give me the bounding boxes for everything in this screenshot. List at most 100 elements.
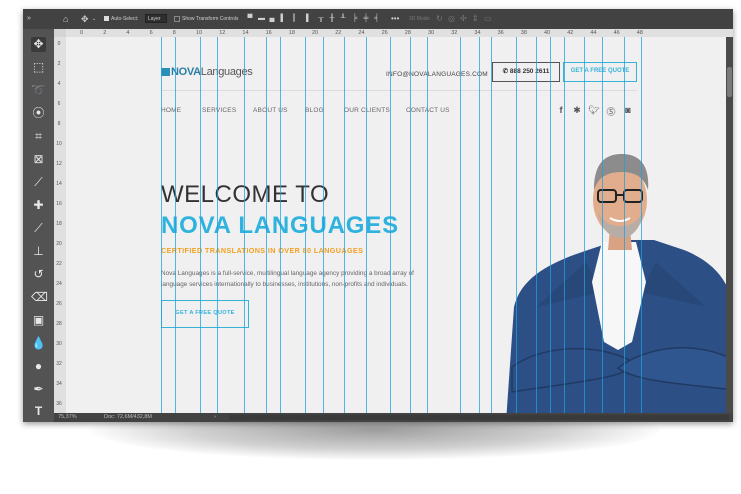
lasso-icon[interactable]: ➰	[31, 83, 46, 98]
3d-rotate-icon: ↻	[436, 14, 443, 23]
distribute-bottom-icon[interactable]: ╨	[340, 15, 346, 22]
ruler-tick-label: 22	[56, 261, 62, 267]
hero-paragraph: Nova Languages is a full-service, multil…	[161, 270, 414, 288]
type-icon[interactable]: T	[31, 404, 46, 419]
ruler-tick-label: 14	[56, 181, 62, 187]
zoom-level[interactable]: 75,37%	[58, 413, 77, 422]
nav-contact-us[interactable]: CONTACT US	[406, 107, 450, 114]
photoshop-window: » ⌂ ✥ ⌄ Auto-Select: Layer Show Transfor…	[23, 9, 733, 422]
nav-home[interactable]: HOME	[161, 107, 181, 114]
auto-select-checkbox[interactable]: Auto-Select:	[104, 9, 138, 29]
ruler-tick-label: 30	[56, 341, 62, 347]
align-bottom-icon[interactable]: ▄	[269, 15, 275, 22]
document-canvas[interactable]: NOVALanguages INFO@NOVALANGUAGES.COM ✆ 8…	[66, 37, 726, 413]
header-quote-button[interactable]: GET A FREE QUOTE	[563, 62, 637, 82]
status-bar: 75,37% Doc: 72,6M/432,8M ›	[54, 413, 733, 422]
layer-select[interactable]: Layer	[145, 14, 167, 23]
hero-person-image	[506, 154, 726, 413]
ruler-tick-label: 24	[56, 281, 62, 287]
ruler-tick-label: 34	[474, 30, 481, 36]
status-arrow-icon[interactable]: ›	[214, 413, 216, 422]
ruler-tick-label: 46	[613, 30, 620, 36]
phone-button[interactable]: ✆ 888 250 2611	[492, 62, 560, 82]
blur-icon[interactable]: 💧	[31, 336, 46, 351]
move-icon[interactable]: ✥	[31, 37, 46, 52]
ruler-tick-label: 4	[126, 30, 130, 36]
guide-line[interactable]	[491, 37, 492, 413]
site-logo[interactable]: NOVALanguages	[161, 66, 253, 78]
scroll-thumb[interactable]	[727, 67, 732, 97]
guide-line[interactable]	[479, 37, 480, 413]
ruler-origin[interactable]	[54, 29, 66, 37]
horizontal-scrollbar[interactable]	[229, 415, 729, 420]
frame-icon[interactable]: ⊠	[31, 152, 46, 167]
auto-select-label: Auto-Select:	[111, 16, 139, 22]
align-vcenter-icon[interactable]: ▬	[258, 15, 265, 22]
ruler-tick-label: 26	[56, 301, 62, 307]
move-tool-preset-icon[interactable]: ✥	[81, 9, 89, 29]
guide-line[interactable]	[460, 37, 461, 413]
preset-chevron-icon[interactable]: ⌄	[92, 9, 96, 29]
gradient-icon[interactable]: ▣	[31, 313, 46, 328]
vertical-scrollbar[interactable]	[726, 37, 733, 413]
align-hcenter-icon[interactable]: ┃	[291, 15, 297, 22]
collapse-arrows-icon[interactable]: »	[27, 9, 31, 29]
twitter-icon[interactable]: 🐦︎	[588, 105, 599, 116]
eraser-icon[interactable]: ⌫	[31, 290, 48, 305]
transform-controls-label: Show Transform Controls	[182, 16, 239, 22]
distribute-vcenter-icon[interactable]: ╫	[329, 15, 335, 22]
distribute-left-icon[interactable]: ╞	[352, 15, 358, 22]
ruler-tick-label: 6	[57, 101, 61, 107]
home-icon[interactable]: ⌂	[63, 9, 68, 29]
ruler-tick-label: 42	[567, 30, 574, 36]
ruler-tick-label: 24	[358, 30, 365, 36]
align-left-icon[interactable]: ▌	[280, 15, 286, 22]
healing-brush-icon[interactable]: ✚	[31, 198, 46, 213]
brush-icon[interactable]: ⟋	[31, 221, 46, 236]
crop-icon[interactable]: ⌗	[31, 129, 46, 144]
distribute-top-icon[interactable]: ╥	[318, 15, 324, 22]
transform-controls-checkbox[interactable]: Show Transform Controls	[174, 9, 238, 29]
nav-blog[interactable]: BLOG	[305, 107, 324, 114]
nav-about-us[interactable]: ABOUT US	[253, 107, 288, 114]
ruler-tick-label: 16	[56, 201, 62, 207]
hero-quote-button[interactable]: GET A FREE QUOTE	[161, 300, 249, 328]
options-bar: » ⌂ ✥ ⌄ Auto-Select: Layer Show Transfor…	[23, 9, 733, 30]
ruler-tick-label: 6	[149, 30, 153, 36]
3d-scale-icon: ▭	[484, 14, 492, 23]
pinterest-icon[interactable]: ⓹	[606, 105, 616, 118]
nav-our-clients[interactable]: OUR CLIENTS	[344, 107, 390, 114]
ruler-tick-label: 0	[80, 30, 84, 36]
guide-line[interactable]	[427, 37, 428, 413]
dodge-icon[interactable]: ●	[31, 359, 46, 374]
ruler-tick-label: 0	[57, 41, 61, 47]
nav-services[interactable]: SERVICES	[202, 107, 236, 114]
quick-select-icon[interactable]: ⦿	[31, 106, 46, 121]
header-email-link[interactable]: INFO@NOVALANGUAGES.COM	[386, 71, 488, 78]
3d-mode-label: 3D Mode:	[409, 16, 431, 22]
instagram-icon[interactable]: ◙	[623, 105, 633, 115]
history-brush-icon[interactable]: ↺	[31, 267, 46, 282]
phone-number: 888 250 2611	[509, 68, 550, 75]
ruler-tick-label: 26	[381, 30, 388, 36]
ruler-tick-label: 34	[56, 381, 62, 387]
more-options-icon[interactable]: •••	[391, 9, 399, 29]
document-size[interactable]: Doc: 72,6M/432,8M	[104, 413, 152, 422]
ruler-tick-label: 36	[497, 30, 504, 36]
align-right-icon[interactable]: ▐	[303, 15, 309, 22]
distribute-right-icon[interactable]: ╡	[374, 15, 380, 22]
align-top-icon[interactable]: ▀	[247, 15, 253, 22]
yelp-icon[interactable]: ✱	[572, 105, 582, 116]
ruler-tick-label: 40	[544, 30, 551, 36]
pen-icon[interactable]: ✒	[31, 382, 46, 397]
stamp-icon[interactable]: ⊥	[31, 244, 46, 259]
distribute-hcenter-icon[interactable]: ╪	[363, 15, 369, 22]
ruler-tick-label: 44	[590, 30, 597, 36]
ruler-tick-label: 12	[219, 30, 226, 36]
marquee-icon[interactable]: ⬚	[31, 60, 46, 75]
facebook-icon[interactable]: f	[556, 105, 566, 115]
ruler-tick-label: 30	[428, 30, 435, 36]
guide-line[interactable]	[410, 37, 411, 413]
eyedropper-icon[interactable]: ⟋	[31, 175, 46, 190]
logo-wordmark: Languages	[200, 66, 253, 78]
